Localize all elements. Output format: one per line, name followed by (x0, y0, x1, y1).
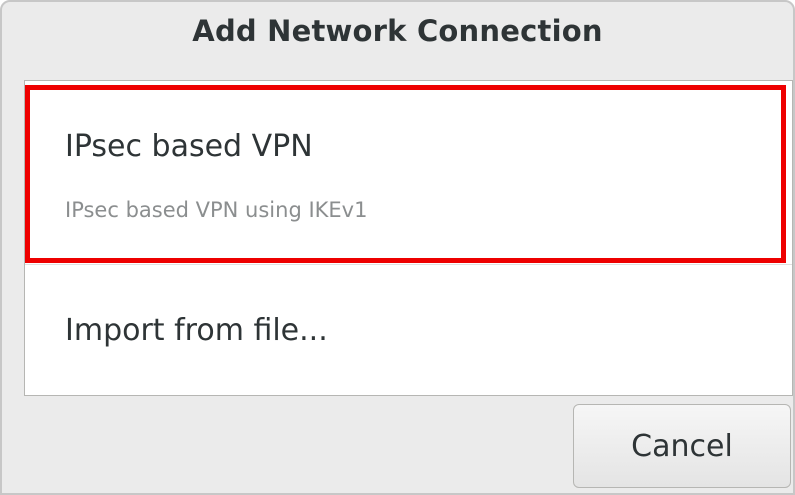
list-item-import-from-file[interactable]: Import from file... (25, 265, 792, 395)
cancel-button[interactable]: Cancel (573, 404, 791, 488)
list-item-title: Import from file... (65, 313, 328, 348)
connection-type-list: IPsec based VPN IPsec based VPN using IK… (24, 80, 793, 396)
dialog-title: Add Network Connection (192, 14, 603, 48)
list-item-ipsec-vpn[interactable]: IPsec based VPN IPsec based VPN using IK… (25, 81, 792, 265)
add-network-connection-dialog: Add Network Connection IPsec based VPN I… (0, 0, 795, 495)
list-item-title: IPsec based VPN (65, 129, 313, 164)
dialog-title-bar: Add Network Connection (2, 2, 793, 60)
selection-highlight (25, 85, 786, 263)
list-item-subtitle: IPsec based VPN using IKEv1 (65, 198, 368, 222)
